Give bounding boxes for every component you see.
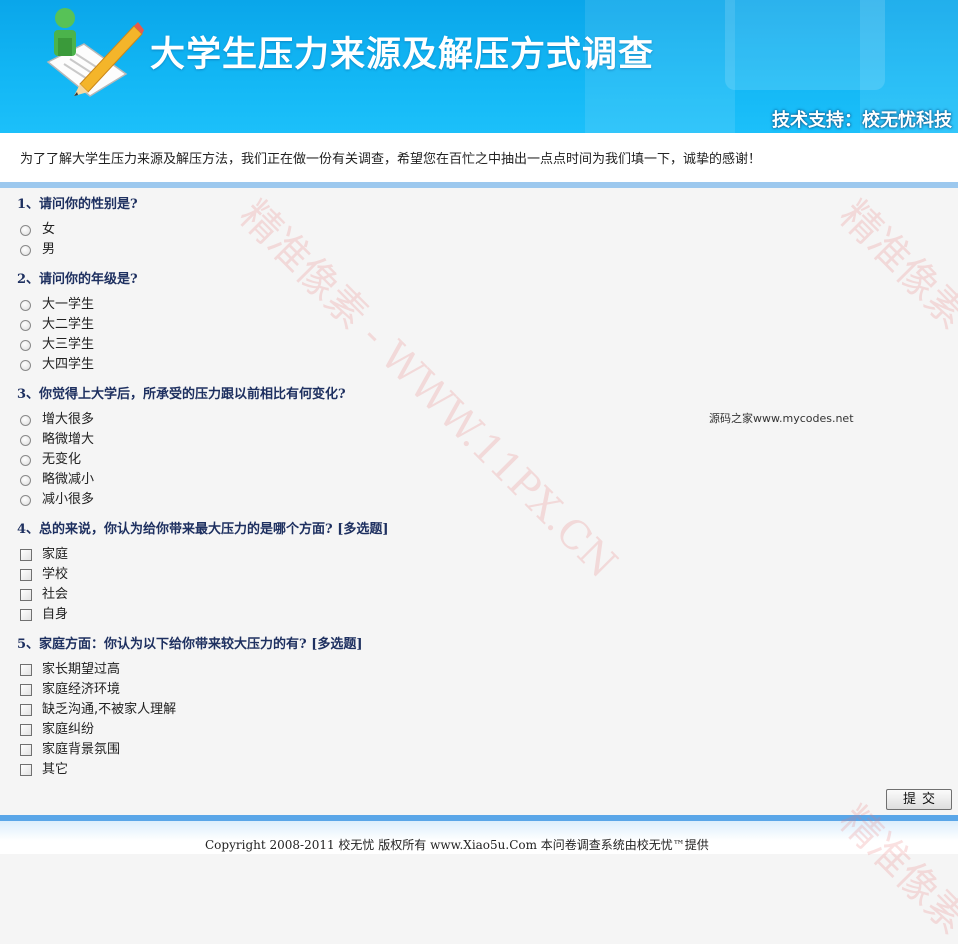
option-label: 社会: [42, 587, 69, 602]
copyright-text: Copyright 2008-2011 校无忧 版权所有 www.Xiao5u.…: [205, 838, 709, 852]
option-label: 其它: [42, 762, 69, 777]
source-note: 源码之家www.mycodes.net: [709, 412, 854, 425]
checkbox[interactable]: [20, 744, 32, 756]
option-increase-slight[interactable]: 略微增大: [17, 430, 346, 450]
option-label: 学校: [42, 567, 69, 582]
option-label: 女: [42, 222, 56, 237]
option-other[interactable]: 其它: [17, 760, 363, 780]
header-banner: 大学生压力来源及解压方式调查 技术支持：校无忧科技: [0, 0, 958, 133]
option-female[interactable]: 女: [17, 220, 138, 240]
question-title: 4、总的来说，你认为给你带来最大压力的是哪个方面? [多选题]: [17, 522, 389, 537]
option-label: 大三学生: [42, 337, 95, 352]
checkbox[interactable]: [20, 684, 32, 696]
checkbox[interactable]: [20, 589, 32, 601]
option-family-dispute[interactable]: 家庭纠纷: [17, 720, 363, 740]
option-lack-communication[interactable]: 缺乏沟通,不被家人理解: [17, 700, 363, 720]
option-family[interactable]: 家庭: [17, 545, 389, 565]
question-title: 1、请问你的性别是?: [17, 197, 138, 212]
option-society[interactable]: 社会: [17, 585, 389, 605]
option-label: 减小很多: [42, 492, 95, 507]
question-5: 5、家庭方面：你认为以下给你带来较大压力的有? [多选题] 家长期望过高 家庭经…: [17, 635, 363, 780]
radio-button[interactable]: [20, 414, 31, 426]
question-2: 2、请问你的年级是? 大一学生 大二学生 大三学生 大四学生: [17, 270, 138, 375]
option-label: 缺乏沟通,不被家人理解: [42, 702, 177, 717]
checkbox[interactable]: [20, 569, 32, 581]
radio-button[interactable]: [20, 224, 31, 236]
option-label: 大二学生: [42, 317, 95, 332]
option-junior[interactable]: 大三学生: [17, 335, 138, 355]
question-title: 2、请问你的年级是?: [17, 272, 138, 287]
option-label: 家庭: [42, 547, 69, 562]
survey-pencil-icon: [46, 8, 144, 97]
option-family-economy[interactable]: 家庭经济环境: [17, 680, 363, 700]
option-label: 大一学生: [42, 297, 95, 312]
option-increase-much[interactable]: 增大很多: [17, 410, 346, 430]
option-label: 家庭背景氛围: [42, 742, 121, 757]
radio-button[interactable]: [20, 244, 31, 256]
checkbox[interactable]: [20, 704, 32, 716]
option-freshman[interactable]: 大一学生: [17, 295, 138, 315]
radio-button[interactable]: [20, 434, 31, 446]
radio-button[interactable]: [20, 494, 31, 506]
submit-button[interactable]: 提交: [886, 789, 952, 810]
checkbox[interactable]: [20, 664, 32, 676]
option-decrease-slight[interactable]: 略微减小: [17, 470, 346, 490]
option-label: 无变化: [42, 452, 82, 467]
question-title: 5、家庭方面：你认为以下给你带来较大压力的有? [多选题]: [17, 637, 363, 652]
option-label: 大四学生: [42, 357, 95, 372]
option-label: 男: [42, 242, 56, 257]
option-label: 家庭纠纷: [42, 722, 95, 737]
option-senior[interactable]: 大四学生: [17, 355, 138, 375]
radio-button[interactable]: [20, 319, 31, 331]
option-decrease-much[interactable]: 减小很多: [17, 490, 346, 510]
option-male[interactable]: 男: [17, 240, 138, 260]
intro-panel: 为了了解大学生压力来源及解压方法，我们正在做一份有关调查，希望您在百忙之中抽出一…: [0, 133, 958, 188]
option-label: 自身: [42, 607, 69, 622]
checkbox[interactable]: [20, 764, 32, 776]
option-sophomore[interactable]: 大二学生: [17, 315, 138, 335]
radio-button[interactable]: [20, 339, 31, 351]
option-label: 家庭经济环境: [42, 682, 121, 697]
question-3: 3、你觉得上大学后，所承受的压力跟以前相比有何变化? 增大很多 略微增大 无变化…: [17, 385, 346, 510]
option-parent-expectation[interactable]: 家长期望过高: [17, 660, 363, 680]
checkbox[interactable]: [20, 549, 32, 561]
question-1: 1、请问你的性别是? 女 男: [17, 195, 138, 260]
question-4: 4、总的来说，你认为给你带来最大压力的是哪个方面? [多选题] 家庭 学校 社会…: [17, 520, 389, 625]
option-no-change[interactable]: 无变化: [17, 450, 346, 470]
checkbox[interactable]: [20, 609, 32, 621]
option-label: 略微增大: [42, 432, 95, 447]
option-self[interactable]: 自身: [17, 605, 389, 625]
radio-button[interactable]: [20, 359, 31, 371]
question-title: 3、你觉得上大学后，所承受的压力跟以前相比有何变化?: [17, 387, 346, 402]
checkbox[interactable]: [20, 724, 32, 736]
option-family-atmosphere[interactable]: 家庭背景氛围: [17, 740, 363, 760]
tech-support-label: 技术支持：校无忧科技: [772, 110, 952, 131]
option-label: 略微减小: [42, 472, 95, 487]
option-label: 增大很多: [42, 412, 95, 427]
radio-button[interactable]: [20, 299, 31, 311]
page-title: 大学生压力来源及解压方式调查: [150, 35, 655, 75]
survey-form: 1、请问你的性别是? 女 男 2、请问你的年级是? 大一学生 大二学生 大三学生…: [0, 190, 958, 815]
intro-text: 为了了解大学生压力来源及解压方法，我们正在做一份有关调查，希望您在百忙之中抽出一…: [20, 152, 762, 167]
option-school[interactable]: 学校: [17, 565, 389, 585]
radio-button[interactable]: [20, 474, 31, 486]
footer: Copyright 2008-2011 校无忧 版权所有 www.Xiao5u.…: [0, 821, 958, 854]
option-label: 家长期望过高: [42, 662, 121, 677]
radio-button[interactable]: [20, 454, 31, 466]
